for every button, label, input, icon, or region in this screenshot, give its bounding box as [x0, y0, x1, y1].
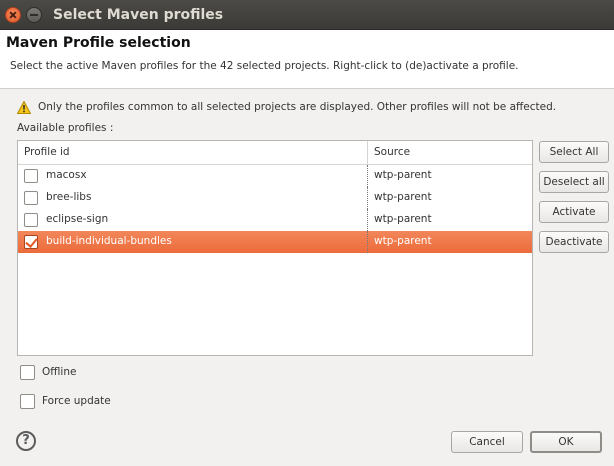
row-checkbox[interactable]	[24, 191, 38, 205]
window-title: Select Maven profiles	[53, 7, 224, 23]
offline-checkbox[interactable]	[20, 365, 35, 380]
title-bar: Select Maven profiles	[0, 0, 614, 30]
dialog-header: Maven Profile selection Select the activ…	[0, 30, 614, 89]
profile-id: macosx	[46, 169, 87, 181]
column-divider	[367, 141, 368, 165]
profile-source: wtp-parent	[374, 235, 432, 247]
profile-id: eclipse-sign	[46, 213, 109, 225]
table-row[interactable]: eclipse-sign wtp-parent	[18, 209, 532, 231]
row-checkbox[interactable]	[24, 213, 38, 227]
page-title: Maven Profile selection	[6, 35, 191, 51]
activate-button[interactable]: Activate	[539, 201, 609, 223]
row-checkbox[interactable]	[24, 169, 38, 183]
page-description: Select the active Maven profiles for the…	[10, 60, 519, 72]
profile-source: wtp-parent	[374, 191, 432, 203]
table-row-selected[interactable]: build-individual-bundles wtp-parent	[18, 231, 532, 253]
available-profiles-label: Available profiles :	[17, 122, 114, 134]
row-checkbox-checked[interactable]	[24, 235, 38, 249]
column-header-source[interactable]: Source	[374, 146, 410, 158]
profile-source: wtp-parent	[374, 169, 432, 181]
info-text: Only the profiles common to all selected…	[38, 101, 557, 113]
column-header-profile-id[interactable]: Profile id	[24, 146, 70, 158]
table-header: Profile id Source	[18, 141, 532, 165]
table-row[interactable]: bree-libs wtp-parent	[18, 187, 532, 209]
table-row[interactable]: macosx wtp-parent	[18, 165, 532, 187]
force-update-checkbox[interactable]	[20, 394, 35, 409]
profiles-table[interactable]: Profile id Source macosx wtp-parent bree…	[17, 140, 533, 356]
cancel-button[interactable]: Cancel	[451, 431, 523, 453]
deactivate-button[interactable]: Deactivate	[539, 231, 609, 253]
help-icon[interactable]: ?	[16, 431, 36, 451]
profile-id: bree-libs	[46, 191, 92, 203]
minimize-icon[interactable]	[26, 7, 42, 23]
warning-icon	[17, 101, 31, 114]
profile-source: wtp-parent	[374, 213, 432, 225]
offline-label[interactable]: Offline	[42, 366, 76, 378]
select-all-button[interactable]: Select All	[539, 141, 609, 163]
deselect-all-button[interactable]: Deselect all	[539, 171, 609, 193]
force-update-label[interactable]: Force update	[42, 395, 111, 407]
ok-button[interactable]: OK	[530, 431, 602, 453]
close-icon[interactable]	[5, 7, 21, 23]
profile-id: build-individual-bundles	[46, 235, 172, 247]
